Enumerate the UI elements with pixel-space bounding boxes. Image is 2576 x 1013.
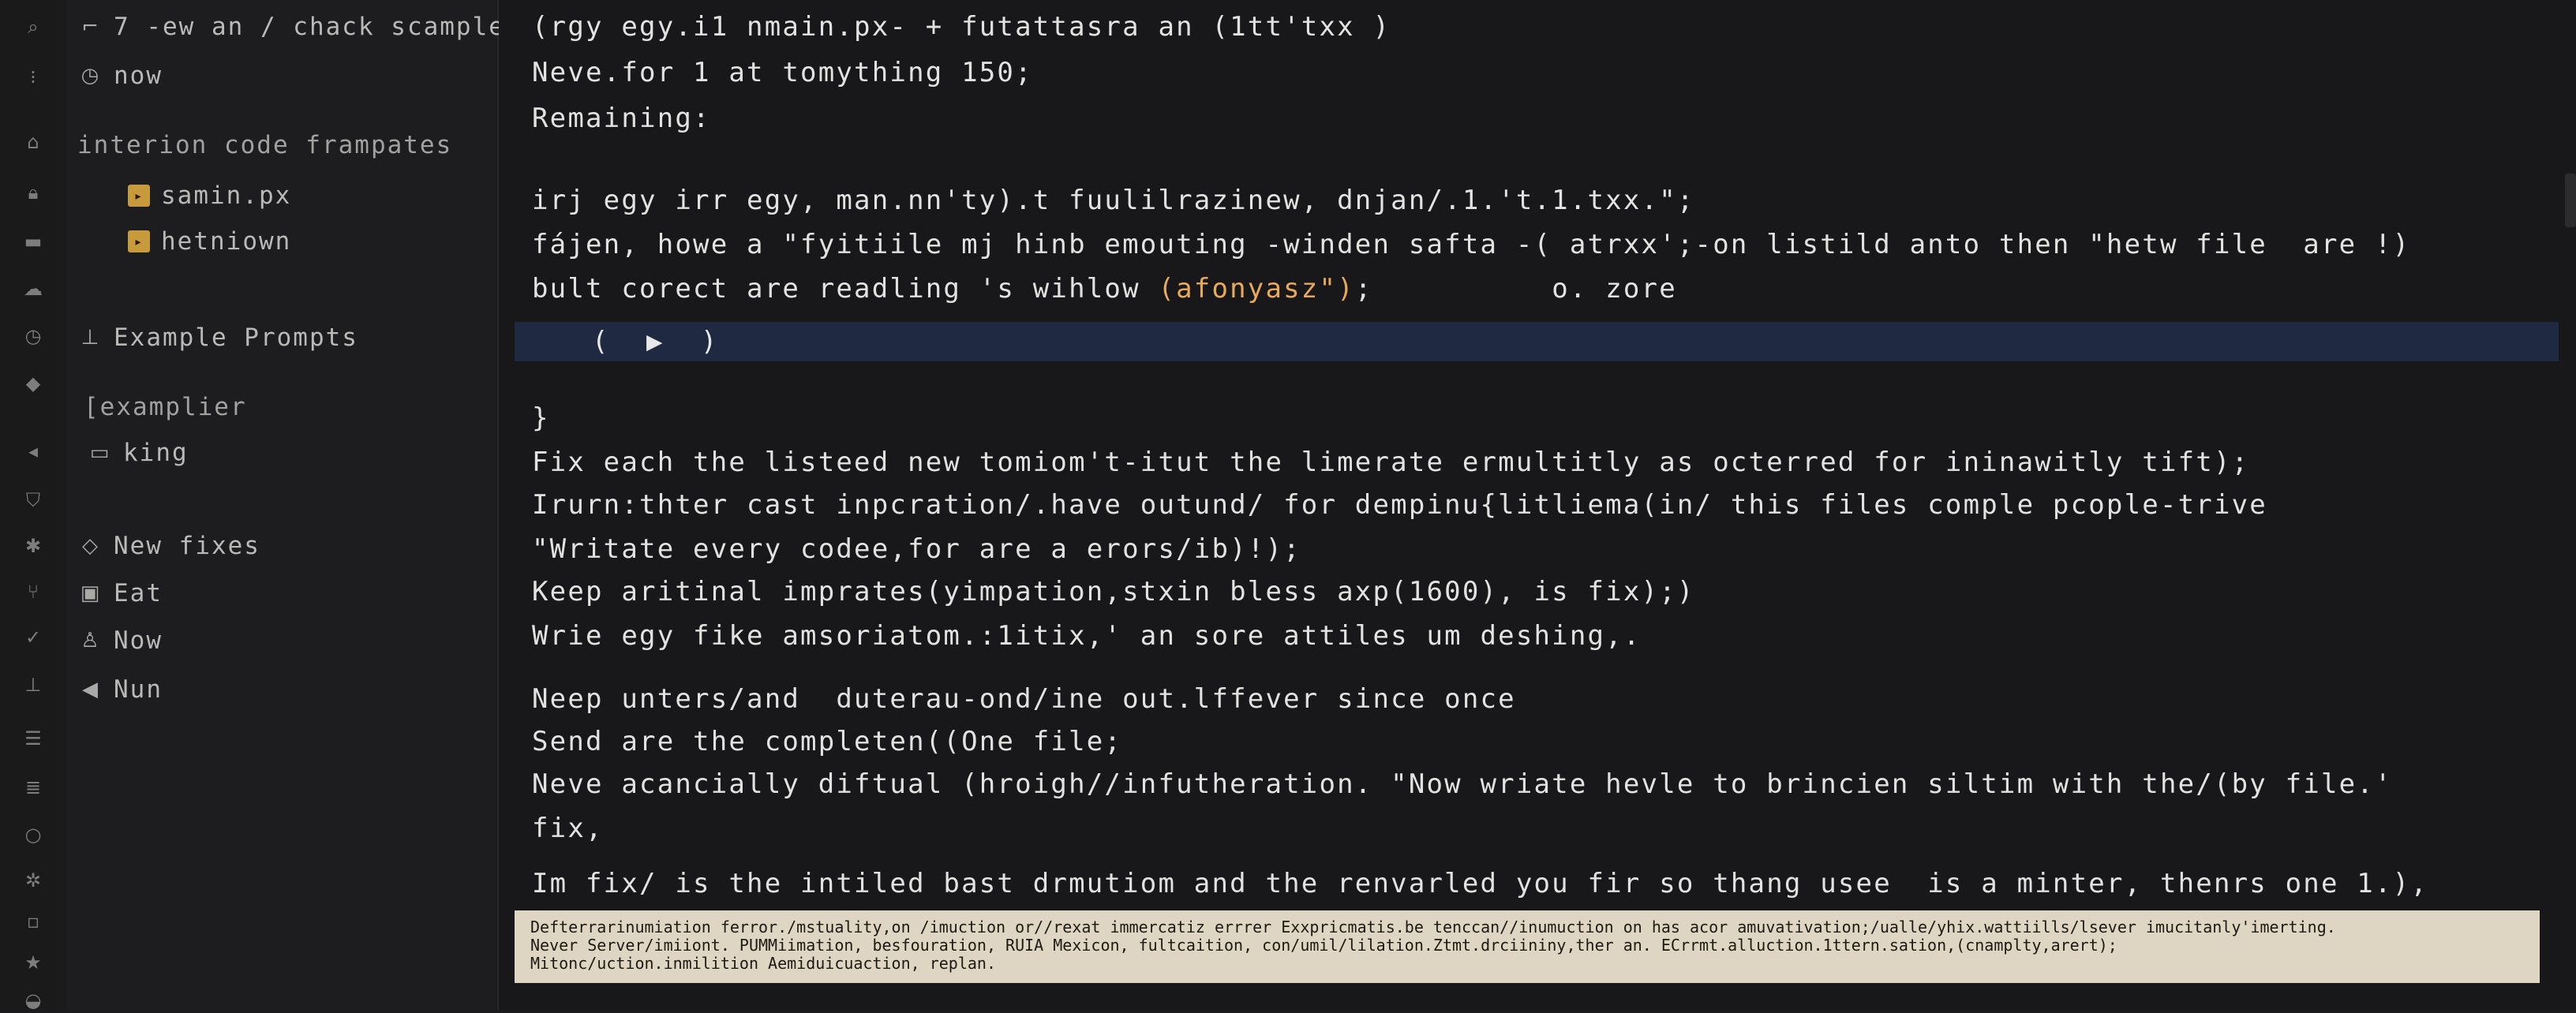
tag-icon: ◇ <box>82 534 99 558</box>
file-item-samin[interactable]: ▸ samin.px <box>128 178 291 213</box>
check-icon[interactable]: ✓ <box>21 625 46 650</box>
time-row: ◷ now <box>77 58 163 93</box>
activity-bar: ⌕ ⁝ ⌂ 🔒︎ ▬ ☁ ◷ ◆ ◂ ⛉ ✱ ⑂ ✓ ⊥ ☰ ≣ ○ ✲ ▫ ★… <box>0 0 67 1013</box>
bug-icon[interactable]: ✲ <box>21 868 46 893</box>
code-line[interactable]: Neep unters/and duterau-ond/ine out.lffe… <box>532 683 1516 715</box>
prompt-icon: ⊥ <box>80 326 101 350</box>
list-icon[interactable]: ☰ <box>21 726 46 751</box>
code-line[interactable]: Keep aritinal imprates(yimpation,stxin b… <box>532 576 1695 607</box>
dots-icon[interactable]: ⁝ <box>21 65 46 90</box>
examples-label: [examplier <box>84 390 247 424</box>
arrow-left-icon: ◀ <box>82 678 99 701</box>
action-new-fixes[interactable]: ◇ New fixes <box>77 529 260 563</box>
action-nun[interactable]: ◀ Nun <box>77 672 163 707</box>
section-title: interion code frampates <box>77 128 452 163</box>
gear-icon[interactable]: ✱ <box>21 533 46 559</box>
folder-icon: ▭ <box>89 441 111 465</box>
examples-label-text: [examplier <box>84 393 247 421</box>
code-line[interactable]: bult corect are readling 's wihlow (afon… <box>532 273 1677 305</box>
example-prompts-title: Example Prompts <box>114 323 358 352</box>
scrollbar-thumb[interactable] <box>2565 174 2576 227</box>
stack-icon[interactable]: ≣ <box>21 775 46 800</box>
code-line[interactable]: Neve acancially diftual (hroigh//infuthe… <box>532 768 2393 800</box>
code-line[interactable]: Fix each the listeed new tomiom't-itut t… <box>532 447 2249 478</box>
circle-icon[interactable]: ○ <box>21 822 46 847</box>
history-icon: ⌐ <box>81 15 100 39</box>
action-label: Eat <box>114 579 163 607</box>
error-line: Mitonc/uction.inmilition Aemiduicuaction… <box>530 955 997 973</box>
example-prompts-header[interactable]: ⊥ Example Prompts <box>77 320 358 355</box>
ground-icon[interactable]: ⊥ <box>21 672 46 697</box>
code-line[interactable]: Neve.for 1 at tomything 150; <box>532 57 1033 88</box>
file-label: samin.px <box>161 181 292 210</box>
code-line[interactable]: Send are the completen((One file; <box>532 726 1122 757</box>
arrow-left-icon[interactable]: ◂ <box>21 439 46 464</box>
sidebar: ⌐ 7 -ew an / chack scample ◷ now interio… <box>66 0 504 1010</box>
action-now[interactable]: ♙ Now <box>77 623 163 658</box>
code-line[interactable]: fájen, howe a "fyitiile mj hinb emouting… <box>532 229 2410 260</box>
code-text: bult corect are readling 's wihlow <box>532 273 1159 305</box>
error-line: Never Server/imiiont. PUMMiimation, besf… <box>530 936 2117 955</box>
home-icon[interactable]: ⌂ <box>21 129 46 155</box>
play-button[interactable]: ( ▶ ) <box>592 323 728 360</box>
code-line[interactable]: Remaining: <box>532 103 711 134</box>
action-label: New fixes <box>114 532 260 560</box>
action-eat[interactable]: ▣ Eat <box>77 576 163 611</box>
code-text: ; o. zore <box>1354 273 1677 305</box>
code-line[interactable]: Im fix/ is the intiled bast drmutiom and… <box>532 868 2428 899</box>
error-line: Defterrarinumiation ferror./mstuality,on… <box>530 918 2336 936</box>
code-line[interactable]: "Writate every codee,for are a erors/ib)… <box>532 533 1301 565</box>
code-line[interactable]: (rgy egy.i1 nmain.px- + futattasra an (1… <box>532 11 1391 43</box>
code-line[interactable]: Irurn:thter cast inpcration/.have outund… <box>532 489 2267 521</box>
branch-icon[interactable]: ⑂ <box>21 579 46 604</box>
action-label: Now <box>114 626 163 655</box>
file-item-hetniown[interactable]: ▸ hetniown <box>128 224 291 259</box>
star-icon[interactable]: ★ <box>21 950 46 975</box>
calendar-icon: ▣ <box>80 581 102 605</box>
code-line[interactable]: irj egy irr egy, man.nn'ty).t fuulilrazi… <box>532 185 1695 216</box>
section-title-text: interion code frampates <box>77 131 453 159</box>
code-line[interactable]: } <box>532 402 550 434</box>
folder-item-king[interactable]: ▭ king <box>87 435 189 470</box>
highlighted-line <box>515 322 2559 361</box>
time-label: now <box>114 62 163 90</box>
lock-icon[interactable]: 🔒︎ <box>21 180 46 205</box>
action-label: Nun <box>114 675 163 704</box>
file-icon[interactable]: ▫ <box>21 909 46 934</box>
sidebar-header-title: 7 -ew an / chack scample <box>114 13 505 41</box>
shield-icon[interactable]: ⛉ <box>21 488 46 513</box>
error-banner[interactable]: Defterrarinumiation ferror./mstuality,on… <box>515 910 2540 983</box>
python-file-icon: ▸ <box>128 185 150 207</box>
clock-icon[interactable]: ◷ <box>21 323 46 349</box>
diamond-icon[interactable]: ◆ <box>21 371 46 396</box>
sidebar-header[interactable]: ⌐ 7 -ew an / chack scample <box>77 9 505 44</box>
layers-icon[interactable]: ◒ <box>21 988 46 1013</box>
file-label: hetniown <box>161 227 292 256</box>
code-line[interactable]: fix, <box>532 813 604 844</box>
code-line[interactable]: Wrie egy fike amsoriatom.:1itix,' an sor… <box>532 620 1642 652</box>
cloud-icon[interactable]: ☁ <box>21 276 46 301</box>
editor-area[interactable]: (rgy egy.i1 nmain.px- + futattasra an (1… <box>499 0 2576 1010</box>
python-file-icon: ▸ <box>128 230 150 252</box>
user-icon: ♙ <box>80 629 101 652</box>
search-icon[interactable]: ⌕ <box>21 14 46 39</box>
string-literal: (afonyasz") <box>1158 273 1355 305</box>
clock-icon: ◷ <box>80 64 101 88</box>
folder-label: king <box>123 439 189 467</box>
storage-icon[interactable]: ▬ <box>21 229 46 254</box>
